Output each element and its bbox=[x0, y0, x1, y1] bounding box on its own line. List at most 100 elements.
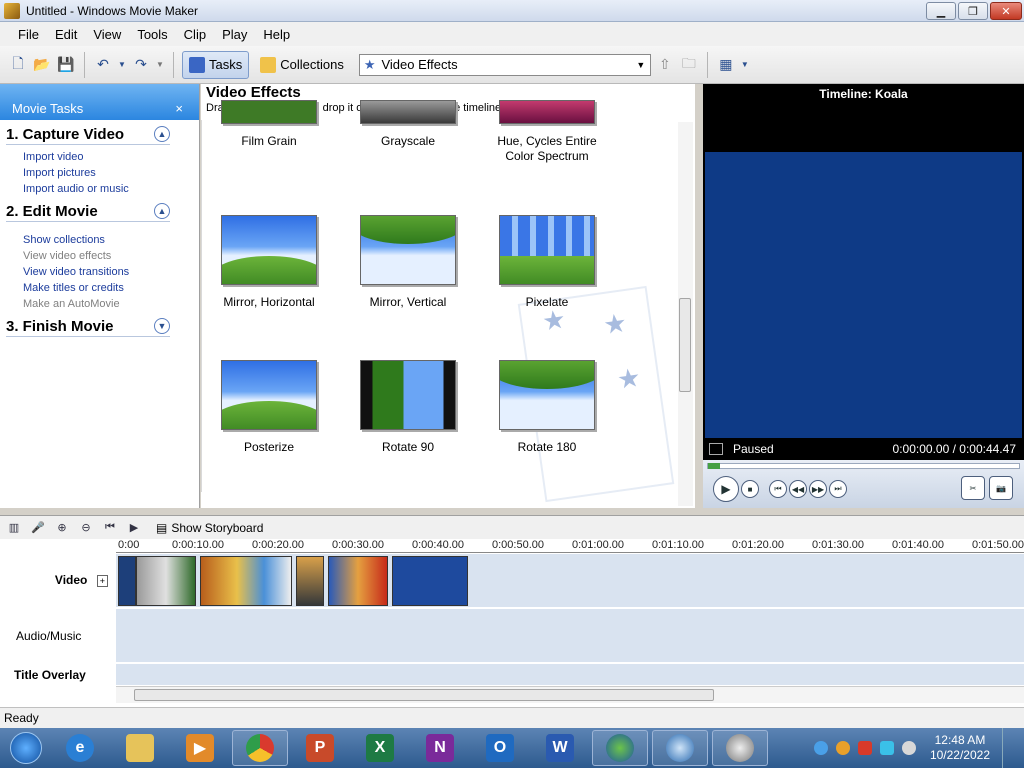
scrollbar-thumb[interactable] bbox=[679, 298, 691, 392]
taskbar-file-explorer[interactable] bbox=[112, 730, 168, 766]
effect-hue-cycles[interactable]: Hue, Cycles Entire Color Spectrum bbox=[482, 100, 612, 164]
redo-dropdown-icon[interactable]: ▼ bbox=[155, 55, 165, 75]
expand-icon[interactable]: ▼ bbox=[154, 318, 170, 334]
views-dropdown-icon[interactable]: ▼ bbox=[740, 55, 750, 75]
timeline-ruler[interactable]: 0:00 0:00:10.00 0:00:20.00 0:00:30.00 0:… bbox=[116, 539, 1024, 553]
task-section-title[interactable]: 1. Capture Video ▲ bbox=[6, 126, 170, 145]
close-pane-icon[interactable]: × bbox=[175, 101, 183, 116]
seek-knob[interactable] bbox=[708, 463, 720, 469]
play-icon[interactable]: ▶ bbox=[713, 476, 739, 502]
maximize-button[interactable]: ❐ bbox=[958, 2, 988, 20]
tasks-toggle[interactable]: Tasks bbox=[182, 50, 250, 79]
task-section-title[interactable]: 2. Edit Movie ▲ bbox=[6, 203, 170, 222]
video-clip[interactable] bbox=[328, 556, 388, 606]
effect-mirror-vertical[interactable]: Mirror, Vertical bbox=[343, 215, 473, 310]
save-project-icon[interactable]: 💾 bbox=[56, 55, 76, 75]
new-folder-icon[interactable]: 🗀 bbox=[679, 55, 699, 75]
collapse-icon[interactable]: ▲ bbox=[154, 203, 170, 219]
menu-view[interactable]: View bbox=[85, 27, 129, 42]
fullscreen-icon[interactable] bbox=[709, 443, 723, 455]
menu-help[interactable]: Help bbox=[255, 27, 298, 42]
rewind-timeline-icon[interactable]: ⏮ bbox=[102, 520, 118, 536]
taskbar-app-swirl[interactable] bbox=[652, 730, 708, 766]
effect-mirror-horizontal[interactable]: Mirror, Horizontal bbox=[204, 215, 334, 310]
set-audio-levels-icon[interactable]: ▥ bbox=[6, 520, 22, 536]
menu-file[interactable]: File bbox=[10, 27, 47, 42]
redo-icon[interactable]: ↷ bbox=[131, 55, 151, 75]
views-icon[interactable]: ▦ bbox=[716, 55, 736, 75]
previous-frame-icon[interactable]: ⏮ bbox=[769, 480, 787, 498]
display-icon[interactable] bbox=[879, 741, 894, 755]
effect-film-grain[interactable]: Film Grain bbox=[204, 100, 334, 149]
effect-pixelate[interactable]: Pixelate bbox=[482, 215, 612, 310]
taskbar-excel[interactable]: X bbox=[352, 730, 408, 766]
video-track[interactable] bbox=[116, 554, 1024, 608]
next-frame-icon[interactable]: ⏭ bbox=[829, 480, 847, 498]
network-icon[interactable] bbox=[813, 741, 828, 755]
menu-tools[interactable]: Tools bbox=[129, 27, 175, 42]
undo-icon[interactable]: ↶ bbox=[93, 55, 113, 75]
link-view-transitions[interactable]: View video transitions bbox=[23, 264, 199, 280]
open-project-icon[interactable]: 📂 bbox=[32, 55, 52, 75]
play-timeline-icon[interactable]: ▶ bbox=[126, 520, 142, 536]
rewind-icon[interactable]: ◀◀ bbox=[789, 480, 807, 498]
undo-dropdown-icon[interactable]: ▼ bbox=[117, 55, 127, 75]
link-make-titles[interactable]: Make titles or credits bbox=[23, 280, 199, 296]
video-clip[interactable] bbox=[392, 556, 468, 606]
up-level-icon[interactable]: ⇧ bbox=[655, 55, 675, 75]
task-section-title[interactable]: 3. Finish Movie ▼ bbox=[6, 318, 170, 337]
effects-scrollbar[interactable] bbox=[678, 122, 693, 506]
link-show-collections[interactable]: Show collections bbox=[23, 232, 199, 248]
show-storyboard-button[interactable]: ▤ Show Storyboard bbox=[156, 521, 263, 535]
expand-track-icon[interactable]: + bbox=[96, 575, 108, 587]
audio-track[interactable] bbox=[116, 609, 1024, 663]
video-clip[interactable] bbox=[200, 556, 292, 606]
zoom-out-icon[interactable]: ⊖ bbox=[78, 520, 94, 536]
effect-rotate-180[interactable]: Rotate 180 bbox=[482, 360, 612, 455]
stop-icon[interactable]: ■ bbox=[741, 480, 759, 498]
close-button[interactable]: ✕ bbox=[990, 2, 1022, 20]
show-desktop-button[interactable] bbox=[1002, 728, 1014, 768]
taskbar-media-center[interactable] bbox=[592, 730, 648, 766]
menu-clip[interactable]: Clip bbox=[176, 27, 214, 42]
snapshot-icon[interactable]: 📷 bbox=[989, 476, 1013, 500]
menu-edit[interactable]: Edit bbox=[47, 27, 85, 42]
video-clip[interactable] bbox=[118, 556, 136, 606]
collections-toggle[interactable]: Collections bbox=[253, 51, 351, 79]
search-icon[interactable] bbox=[835, 741, 850, 755]
forward-icon[interactable]: ▶▶ bbox=[809, 480, 827, 498]
link-import-pictures[interactable]: Import pictures bbox=[23, 165, 199, 181]
system-clock[interactable]: 12:48 AM 10/22/2022 bbox=[930, 733, 990, 763]
effect-rotate-90[interactable]: Rotate 90 bbox=[343, 360, 473, 455]
chevron-down-icon[interactable]: ▼ bbox=[634, 57, 648, 73]
volume-icon[interactable] bbox=[901, 741, 916, 755]
scrollbar-thumb[interactable] bbox=[134, 689, 714, 701]
seek-bar[interactable] bbox=[707, 463, 1020, 469]
taskbar-onenote[interactable]: N bbox=[412, 730, 468, 766]
taskbar-outlook[interactable]: O bbox=[472, 730, 528, 766]
zoom-in-icon[interactable]: ⊕ bbox=[54, 520, 70, 536]
menu-play[interactable]: Play bbox=[214, 27, 255, 42]
flag-icon[interactable] bbox=[857, 741, 872, 755]
taskbar-media-player[interactable]: ▶ bbox=[172, 730, 228, 766]
collection-combo[interactable]: ★ Video Effects ▼ bbox=[358, 53, 651, 76]
link-import-video[interactable]: Import video bbox=[23, 149, 199, 165]
taskbar-chrome[interactable] bbox=[232, 730, 288, 766]
video-clip[interactable] bbox=[136, 556, 196, 606]
video-clip[interactable] bbox=[296, 556, 324, 606]
effect-grayscale[interactable]: Grayscale bbox=[343, 100, 473, 149]
collapse-icon[interactable]: ▲ bbox=[154, 126, 170, 142]
split-clip-icon[interactable]: ✂ bbox=[961, 476, 985, 500]
narrate-icon[interactable]: 🎤 bbox=[30, 520, 46, 536]
title-overlay-track[interactable] bbox=[116, 664, 1024, 686]
link-import-audio[interactable]: Import audio or music bbox=[23, 181, 199, 197]
taskbar-word[interactable]: W bbox=[532, 730, 588, 766]
new-project-icon[interactable]: 🗋 bbox=[8, 55, 28, 75]
minimize-button[interactable]: ▁ bbox=[926, 2, 956, 20]
taskbar-internet-explorer[interactable]: e bbox=[52, 730, 108, 766]
timeline-scrollbar[interactable] bbox=[116, 686, 1024, 703]
taskbar-powerpoint[interactable]: P bbox=[292, 730, 348, 766]
taskbar-movie-maker[interactable] bbox=[712, 730, 768, 766]
start-button[interactable] bbox=[4, 729, 48, 767]
effect-posterize[interactable]: Posterize bbox=[204, 360, 334, 455]
